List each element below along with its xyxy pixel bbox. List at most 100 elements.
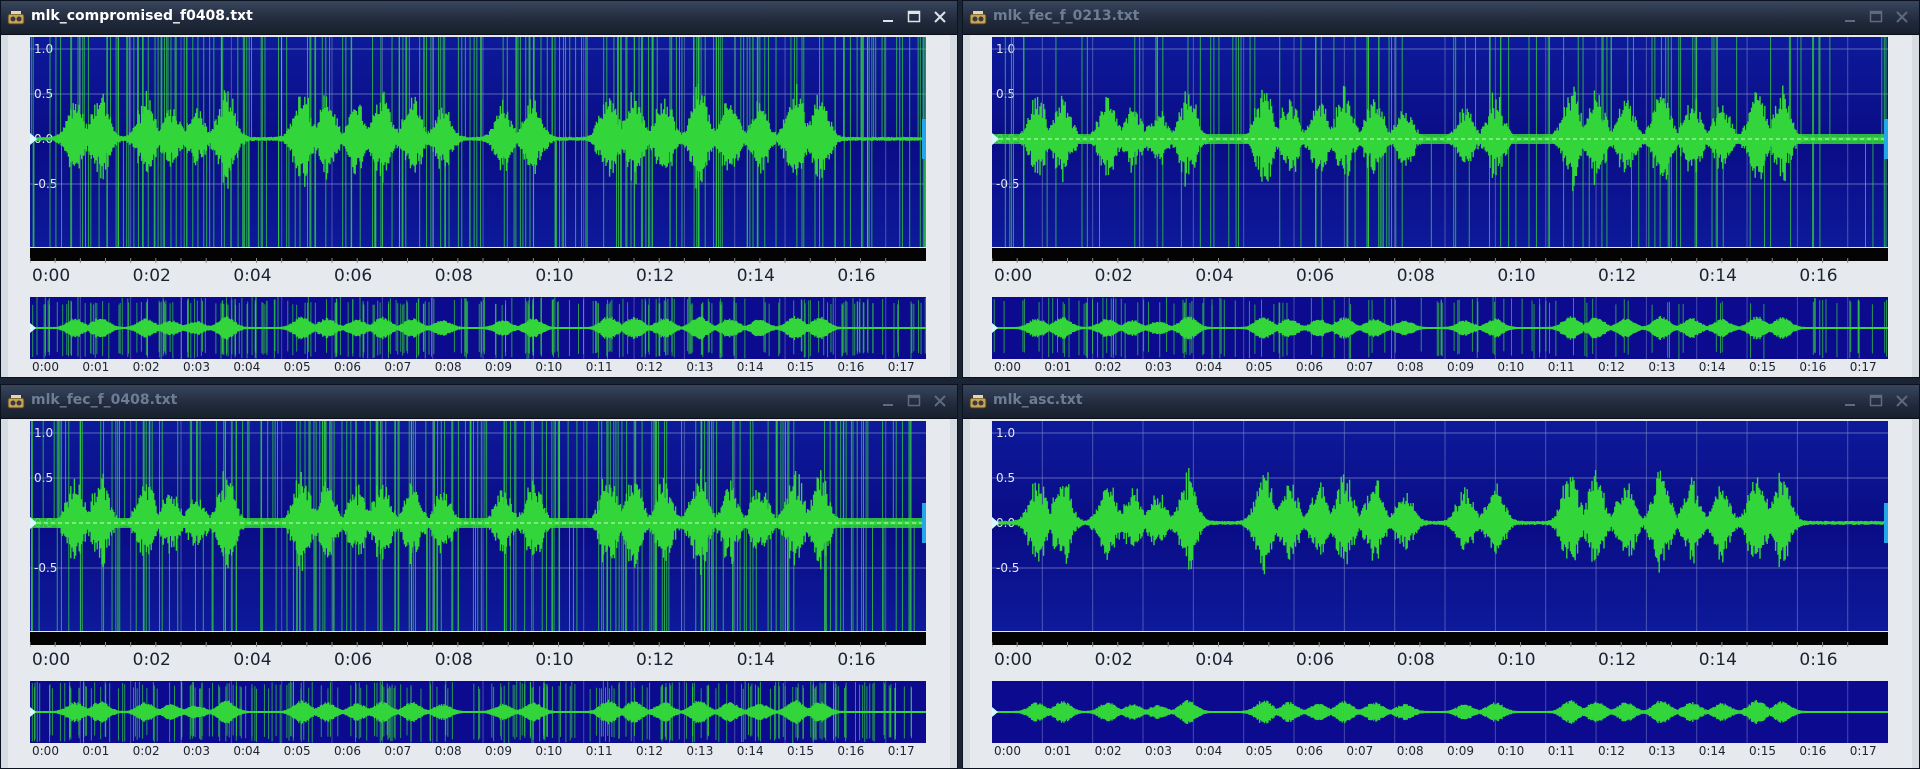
overview-tick-label: 0:17 (887, 744, 915, 758)
time-tick-label: 0:12 (636, 650, 675, 670)
overview-tick-label: 0:09 (485, 360, 512, 374)
overview-tick-label: 0:07 (384, 360, 412, 374)
time-tick-label: 0:14 (1698, 650, 1737, 670)
time-axis: 0:00 0:02 0:04 0:06 0:08 0:10 0:12 0:14 0:16 (992, 646, 1888, 672)
waveform-main-plot[interactable]: 1.00.50.0-0.5 (30, 37, 926, 247)
waveform-overview[interactable] (30, 297, 926, 359)
waveform-main-plot[interactable]: 1.00.50.0-0.5 (992, 37, 1888, 247)
minimize-icon[interactable] (1841, 392, 1859, 410)
overview-tick-label: 0:11 (1547, 360, 1575, 374)
overview-tick-label: 0:01 (1044, 744, 1072, 758)
time-tick-label: 0:12 (636, 266, 675, 286)
waveform-main-plot[interactable]: 1.00.50.0-0.5 (30, 421, 926, 631)
time-tick-label: 0:06 (1296, 650, 1335, 670)
window-titlebar[interactable]: mlk_asc.txt (963, 385, 1919, 419)
overview-svg (30, 297, 926, 359)
waveform-window-2[interactable]: mlk_fec_f_0213.txt 1.00.50.0-0.5 0:00 0:0… (962, 0, 1920, 378)
minimize-icon[interactable] (879, 8, 897, 26)
overview-tick-label: 0:12 (636, 744, 663, 758)
overview-tick-label: 0:00 (994, 360, 1021, 374)
maximize-icon[interactable] (1867, 8, 1885, 26)
time-tick-label: 0:06 (334, 650, 373, 670)
waveform-overview[interactable] (30, 681, 926, 743)
overview-tick-label: 0:04 (1195, 744, 1223, 758)
overview-tick-label: 0:10 (535, 360, 563, 374)
y-tick-label: -0.5 (34, 177, 57, 191)
time-tick-label: 0:10 (535, 650, 574, 670)
time-tick-label: 0:14 (736, 650, 775, 670)
minimize-icon[interactable] (879, 392, 897, 410)
overview-tick-label: 0:15 (787, 744, 814, 758)
time-tick-label: 0:02 (132, 266, 171, 286)
overview-tick-label: 0:02 (1094, 360, 1122, 374)
time-tick-label: 0:16 (837, 650, 876, 670)
time-tick-label: 0:10 (1497, 266, 1536, 286)
audio-editor-app-icon (969, 395, 987, 409)
overview-tick-label: 0:08 (1396, 360, 1424, 374)
end-marker (1884, 503, 1888, 543)
overview-svg (30, 681, 926, 743)
time-tick-label: 0:04 (233, 266, 272, 286)
time-tick-label: 0:06 (1296, 266, 1335, 286)
overview-tick-label: 0:06 (334, 360, 361, 374)
overview-tick-label: 0:01 (82, 360, 110, 374)
window-content: 1.00.50.0-0.5 0:000:020:040:060:080:100:… (970, 419, 1912, 768)
waveform-overview[interactable] (992, 681, 1888, 743)
overview-tick-label: 0:16 (1799, 744, 1827, 758)
overview-tick-label: 0:01 (1044, 360, 1072, 374)
time-tick-label: 0:06 (334, 266, 373, 286)
window-titlebar[interactable]: mlk_compromised_f0408.txt (1, 1, 957, 35)
overview-tick-label: 0:13 (1648, 360, 1676, 374)
window-titlebar[interactable]: mlk_fec_f_0213.txt (963, 1, 1919, 35)
y-tick-label: 0.5 (996, 471, 1015, 485)
maximize-icon[interactable] (1867, 392, 1885, 410)
overview-tick-label: 0:05 (1245, 744, 1273, 758)
maximize-icon[interactable] (905, 392, 923, 410)
time-tick-label: 0:00 (32, 266, 71, 286)
overview-tick-label: 0:07 (1346, 360, 1374, 374)
overview-tick-label: 0:17 (1849, 360, 1877, 374)
overview-tick-label: 0:05 (1245, 360, 1273, 374)
time-tick-label: 0:14 (736, 266, 775, 286)
maximize-icon[interactable] (905, 8, 923, 26)
end-marker (922, 503, 926, 543)
waveform-overview[interactable] (992, 297, 1888, 359)
waveform-window-3[interactable]: mlk_fec_f_0408.txt 1.00.50.0-0.5 0:000:0… (0, 384, 958, 769)
time-tick-label: 0:16 (837, 266, 876, 286)
overview-tick-label: 0:10 (535, 744, 563, 758)
overview-tick-label: 0:14 (1698, 744, 1726, 758)
window-content: 1.00.50.0-0.5 0:000:020:040:060:080:100:… (8, 419, 950, 768)
time-ruler-bar (991, 632, 1888, 647)
audio-editor-app-icon (7, 11, 25, 25)
waveform-main-svg: 1.00.50.0-0.5 (30, 421, 926, 631)
time-tick-label: 0:04 (1195, 266, 1234, 286)
close-icon[interactable] (931, 392, 949, 410)
overview-tick-label: 0:14 (736, 744, 764, 758)
overview-tick-label: 0:11 (585, 360, 613, 374)
overview-tick-label: 0:03 (1145, 744, 1172, 758)
window-content: 1.00.50.0-0.5 0:000:020:040:060:080:100:… (8, 35, 950, 377)
y-tick-label: 1.0 (996, 426, 1015, 440)
overview-tick-label: 0:16 (837, 744, 865, 758)
overview-tick-label: 0:00 (994, 744, 1021, 758)
overview-tick-label: 0:04 (233, 360, 261, 374)
overview-tick-label: 0:06 (1296, 744, 1323, 758)
overview-tick-label: 0:02 (1094, 744, 1122, 758)
window-title: mlk_fec_f_0408.txt (31, 392, 178, 408)
waveform-window-1[interactable]: mlk_compromised_f0408.txt 1.0 0.5 0.0 -0.5 … (0, 0, 958, 378)
close-icon[interactable] (931, 8, 949, 26)
time-tick-label: 0:04 (1195, 650, 1234, 670)
overview-tick-label: 0:14 (1698, 360, 1726, 374)
waveform-main-plot[interactable]: 1.00.50.0-0.5 (992, 421, 1888, 631)
close-icon[interactable] (1893, 392, 1911, 410)
overview-tick-label: 0:12 (1598, 360, 1625, 374)
waveform-window-4[interactable]: mlk_asc.txt 1.0 0.5 0.0 -0.5 0:00 0:02 0:04 0:… (962, 384, 1920, 769)
overview-tick-label: 0:04 (1195, 360, 1223, 374)
y-tick-label: -0.5 (996, 177, 1019, 191)
window-title: mlk_compromised_f0408.txt (31, 8, 253, 24)
overview-tick-label: 0:14 (736, 360, 764, 374)
close-icon[interactable] (1893, 8, 1911, 26)
window-titlebar[interactable]: mlk_fec_f_0408.txt (1, 385, 957, 419)
overview-tick-label: 0:08 (1396, 744, 1424, 758)
minimize-icon[interactable] (1841, 8, 1859, 26)
